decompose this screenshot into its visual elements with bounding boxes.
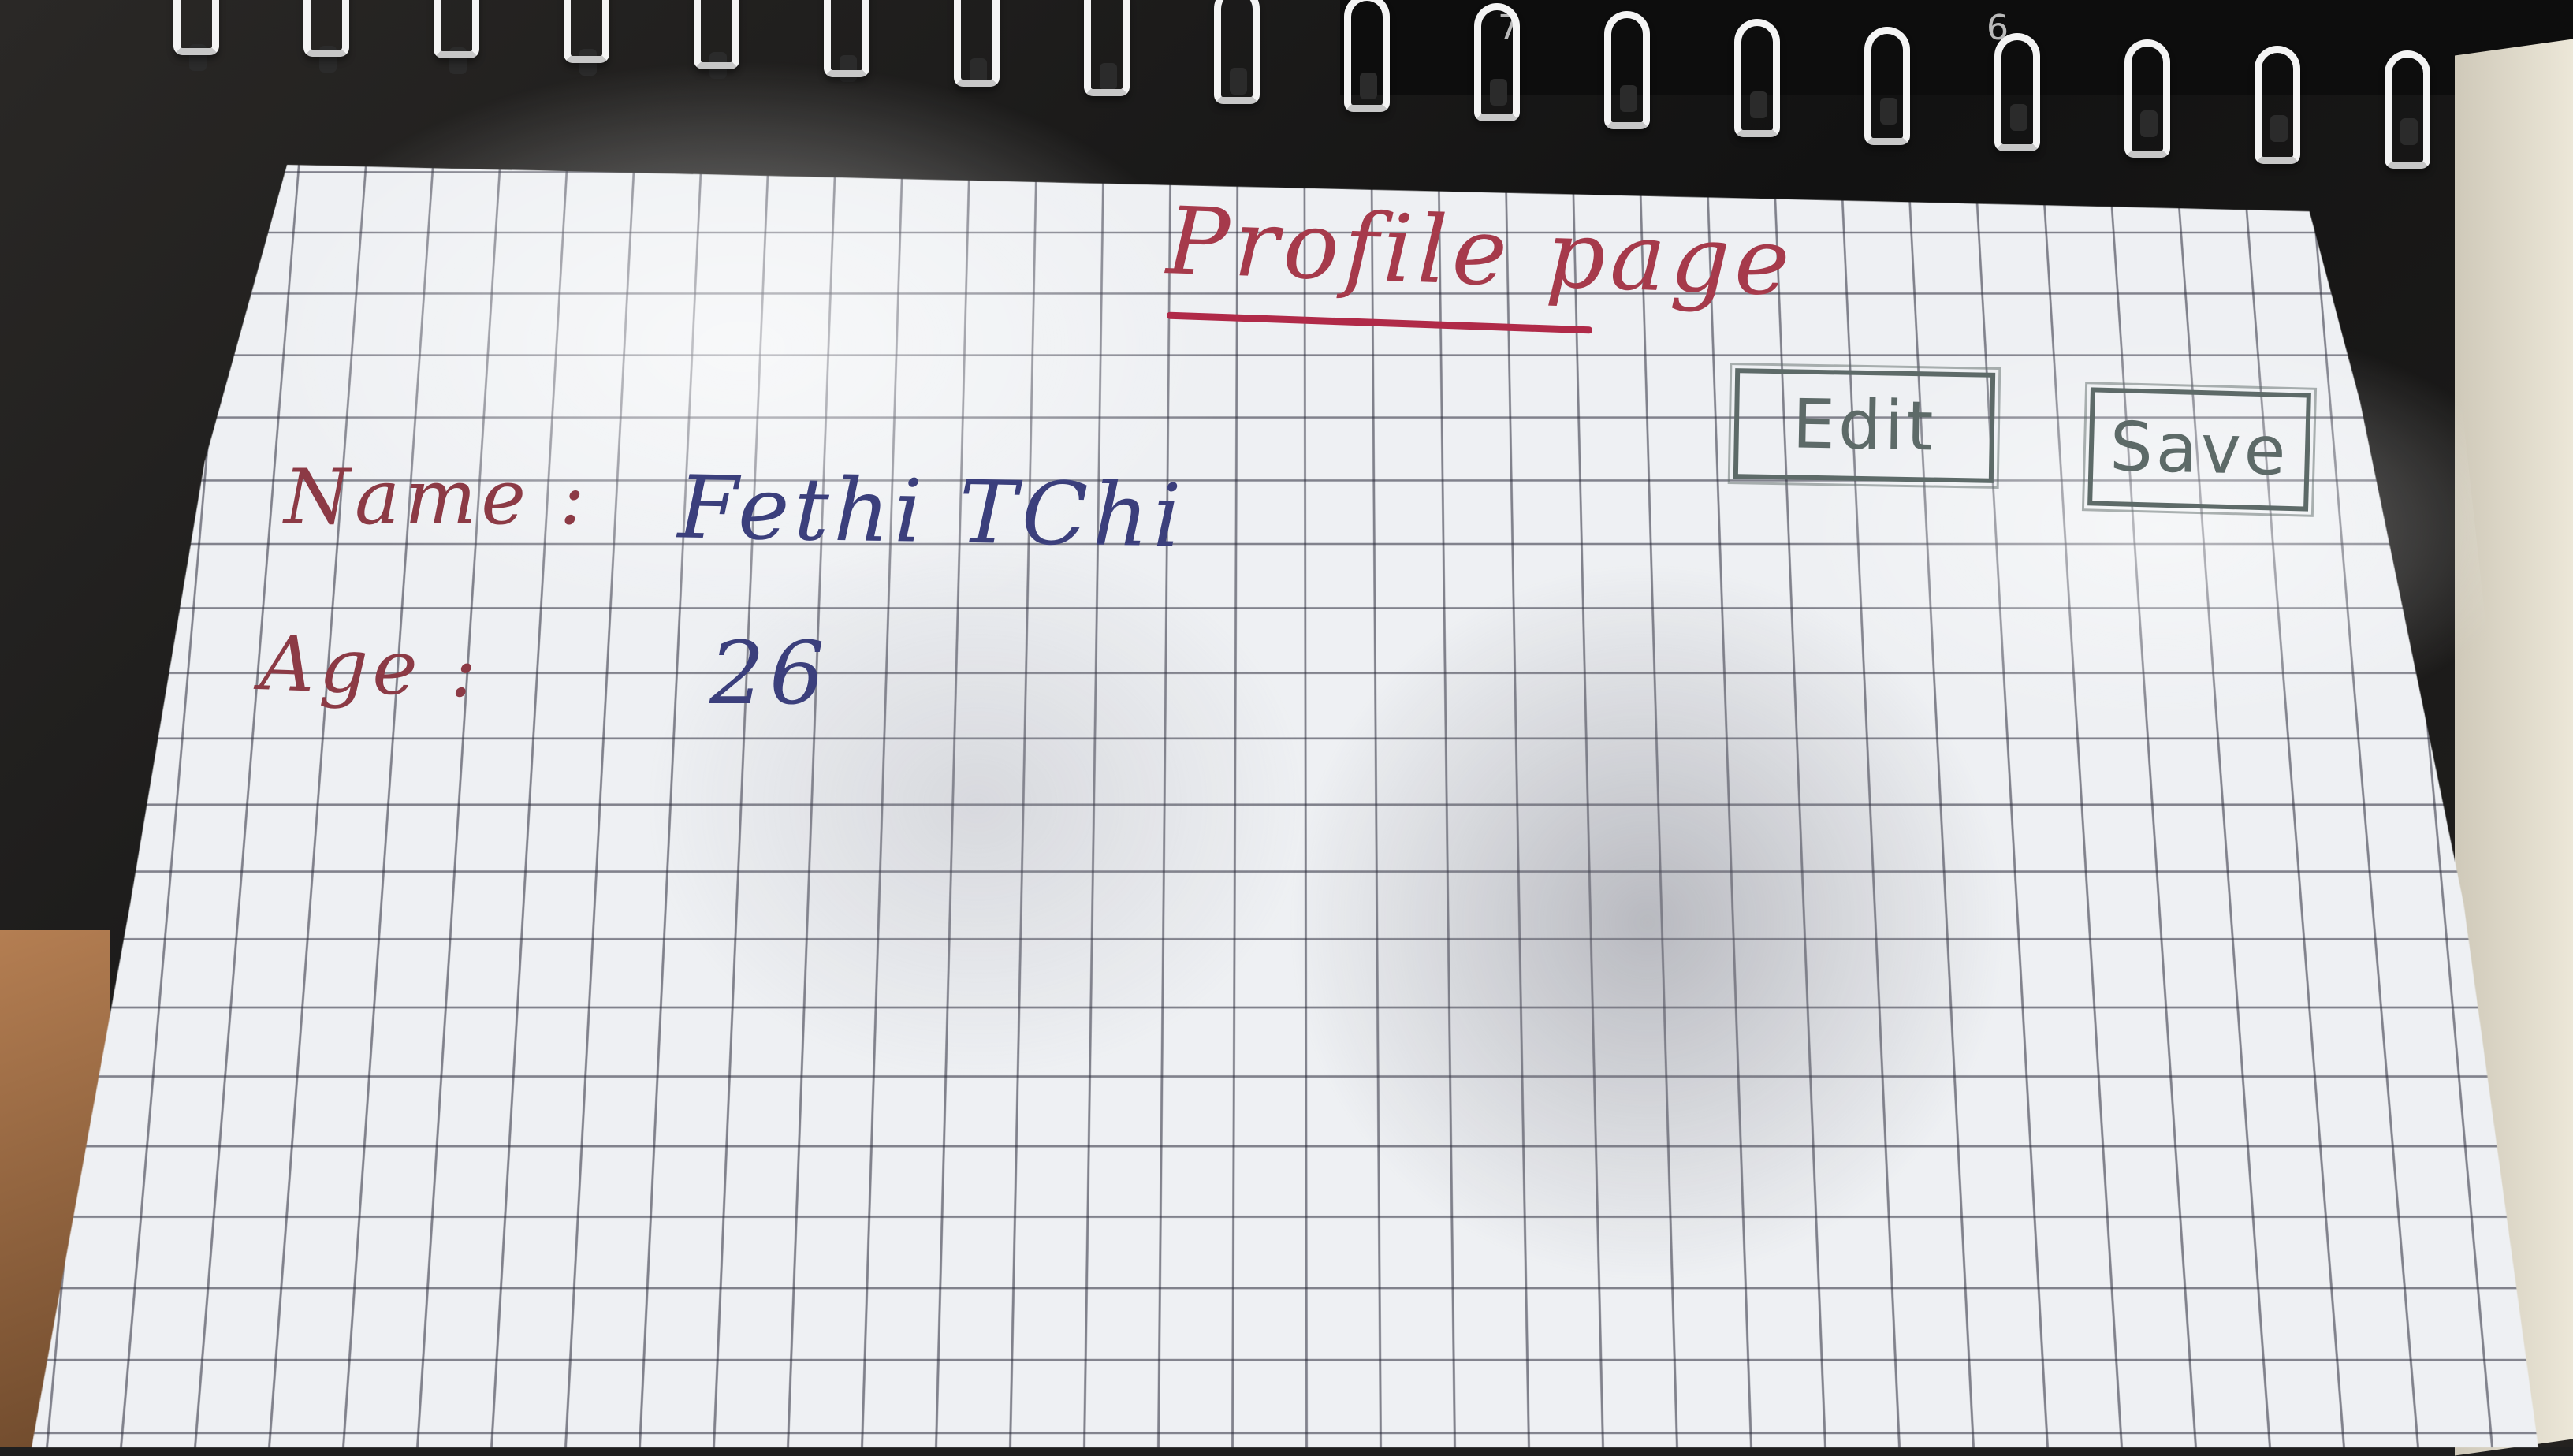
binding-ring (2255, 46, 2300, 164)
binding-ring (1344, 0, 1390, 112)
age-value: 26 (709, 623, 829, 724)
binding-ring (1864, 27, 1910, 145)
binding-ring (954, 0, 1000, 87)
binding-ring (2385, 50, 2430, 169)
binding-ring (1604, 11, 1650, 129)
binding-ring (1734, 19, 1780, 137)
name-value: Fethi TChi (677, 456, 1186, 566)
spiral-binding (158, 0, 2444, 205)
page-title: Profile page (1165, 186, 1797, 317)
binding-ring (1084, 0, 1130, 96)
binding-ring (173, 0, 219, 55)
binding-ring (434, 0, 479, 58)
binding-ring (1474, 3, 1520, 121)
age-label: Age : (259, 619, 482, 715)
binding-ring (1214, 0, 1260, 104)
edit-button[interactable]: Edit (1733, 368, 1995, 483)
binding-ring (564, 0, 609, 63)
name-label: Name : (284, 453, 590, 542)
binding-ring (303, 0, 349, 57)
grid-notebook-page (32, 165, 2538, 1447)
binding-ring (2124, 39, 2170, 158)
binding-ring (1994, 33, 2040, 151)
binding-ring (824, 0, 869, 77)
save-button[interactable]: Save (2087, 387, 2311, 511)
binding-ring (694, 0, 739, 69)
